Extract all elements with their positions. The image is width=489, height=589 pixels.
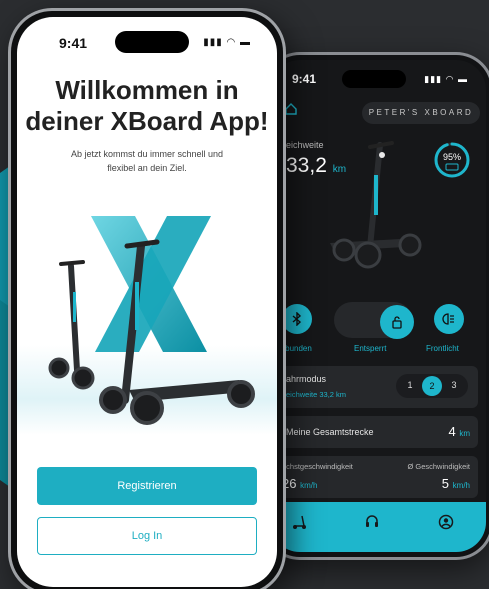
max-speed-unit: km/h <box>300 481 318 490</box>
total-distance-unit: km <box>459 429 470 438</box>
home-icon[interactable] <box>284 102 298 116</box>
welcome-subtitle: Ab jetzt kommst du immer schnell und fle… <box>47 147 247 175</box>
welcome-title: Willkommen in deiner XBoard App! <box>17 75 277 137</box>
dynamic-island <box>115 31 189 53</box>
support-tab-icon[interactable] <box>364 514 380 530</box>
scooter-tab-icon[interactable] <box>292 514 308 530</box>
unlock-icon <box>392 316 402 329</box>
profile-tab-icon[interactable] <box>438 514 454 530</box>
welcome-title-line1: Willkommen in <box>55 75 239 105</box>
login-button[interactable]: Log In <box>37 517 257 555</box>
avg-speed-value: 5 km/h <box>442 476 470 491</box>
dashboard-phone: 9:41 ▮▮▮ ◠ ▬ PETER'S XBOARD eichweite 33… <box>262 52 489 560</box>
total-distance-number: 4 <box>448 424 456 439</box>
bottom-tab-bar <box>270 502 486 552</box>
drive-mode-title: ahrmodus <box>286 374 327 384</box>
unlocked-label: Entsperrt <box>354 344 387 353</box>
gear-2-active[interactable]: 2 <box>422 376 442 396</box>
welcome-subtitle-line1: Ab jetzt kommst du immer schnell und <box>70 149 224 159</box>
bluetooth-icon <box>292 312 302 326</box>
status-time: 9:41 <box>292 72 317 86</box>
avg-speed-number: 5 <box>441 476 450 491</box>
total-distance-value: 4 km <box>448 424 470 439</box>
gear-3[interactable]: 3 <box>446 380 462 390</box>
unlock-button[interactable] <box>380 305 414 339</box>
speed-card: öchstgeschwindigkeit 26 km/h Ø Geschwind… <box>278 456 478 498</box>
welcome-subtitle-line2: flexibel an dein Ziel. <box>107 163 187 173</box>
total-distance-card: Meine Gesamtstrecke 4 km <box>278 416 478 448</box>
register-button[interactable]: Registrieren <box>37 467 257 505</box>
status-bar: 9:41 ▮▮▮ ◠ ▬ <box>270 70 486 90</box>
hero-x-logo-with-scooters <box>48 216 255 425</box>
avg-speed-unit: km/h <box>452 481 470 490</box>
battery-percent: 95% <box>442 152 461 162</box>
status-icons: ▮▮▮ ◠ ▬ <box>203 37 251 48</box>
gear-selector[interactable]: 1 2 3 <box>396 374 468 398</box>
phone-bezel: 9:41 ▮▮▮ ◠ ▬ Willkommen in deiner XBoard… <box>11 11 283 589</box>
bluetooth-button[interactable] <box>282 304 312 334</box>
scooter-image <box>330 141 422 269</box>
gear-1[interactable]: 1 <box>402 380 418 390</box>
status-icons: ▮▮▮ ◠ ▬ <box>424 74 468 84</box>
frontlight-button[interactable] <box>434 304 464 334</box>
drive-mode-range: eichweite 33,2 km <box>286 390 347 399</box>
max-speed-value: 26 km/h <box>282 476 317 491</box>
status-time: 9:41 <box>59 35 88 51</box>
phone-bezel: 9:41 ▮▮▮ ◠ ▬ PETER'S XBOARD eichweite 33… <box>265 55 489 557</box>
avg-speed-label: Ø Geschwindigkeit <box>407 462 470 471</box>
total-distance-title: Meine Gesamtstrecke <box>286 427 374 437</box>
drive-mode-card: ahrmodus eichweite 33,2 km 1 2 3 <box>278 366 478 408</box>
max-speed-label: öchstgeschwindigkeit <box>282 462 353 471</box>
dynamic-island <box>342 70 406 88</box>
welcome-phone: 9:41 ▮▮▮ ◠ ▬ Willkommen in deiner XBoard… <box>8 8 286 589</box>
frontlight-label: Frontlicht <box>426 344 459 353</box>
scooter-name-badge[interactable]: PETER'S XBOARD <box>362 102 480 124</box>
headlight-icon <box>442 313 454 325</box>
welcome-screen: 9:41 ▮▮▮ ◠ ▬ Willkommen in deiner XBoard… <box>17 17 277 587</box>
dashboard-screen: 9:41 ▮▮▮ ◠ ▬ PETER'S XBOARD eichweite 33… <box>270 60 486 552</box>
welcome-title-line2: deiner XBoard App! <box>25 106 269 136</box>
